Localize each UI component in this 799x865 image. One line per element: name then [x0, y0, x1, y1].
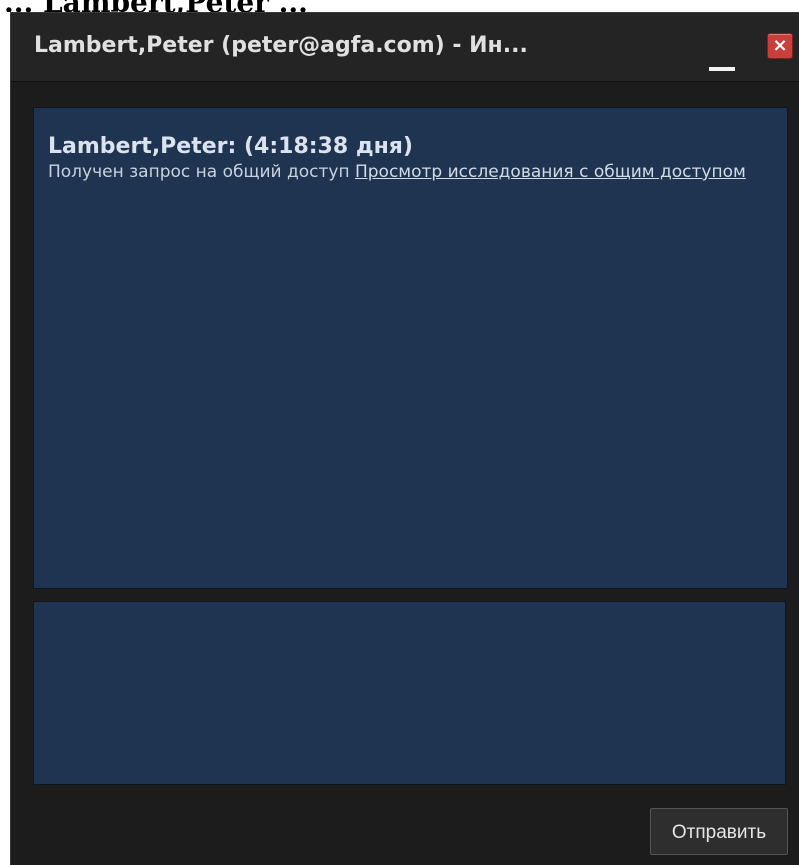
message-input[interactable] [33, 601, 786, 785]
close-icon[interactable]: × [767, 33, 793, 59]
page-top-text-fragment: ... Lambert,Peter ... [0, 0, 799, 12]
im-chat-window: Lambert,Peter (peter@agfa.com) - Ин... ×… [10, 12, 799, 865]
message-sender-time: Lambert,Peter: (4:18:38 дня) [48, 134, 413, 159]
page-top-text: ... Lambert,Peter ... [4, 0, 308, 12]
send-button[interactable]: Отправить [650, 808, 788, 855]
minimize-bar [709, 67, 735, 71]
window-title: Lambert,Peter (peter@agfa.com) - Ин... [34, 33, 528, 58]
view-shared-study-link[interactable]: Просмотр исследования с общим доступом [355, 162, 746, 182]
window-titlebar[interactable]: Lambert,Peter (peter@agfa.com) - Ин... × [11, 13, 799, 82]
minimize-icon[interactable] [703, 41, 741, 77]
message-text: Получен запрос на общий доступ [48, 162, 355, 182]
chat-history-panel[interactable]: Lambert,Peter: (4:18:38 дня) Получен зап… [33, 107, 788, 589]
message-body: Получен запрос на общий доступ Просмотр … [48, 162, 778, 183]
